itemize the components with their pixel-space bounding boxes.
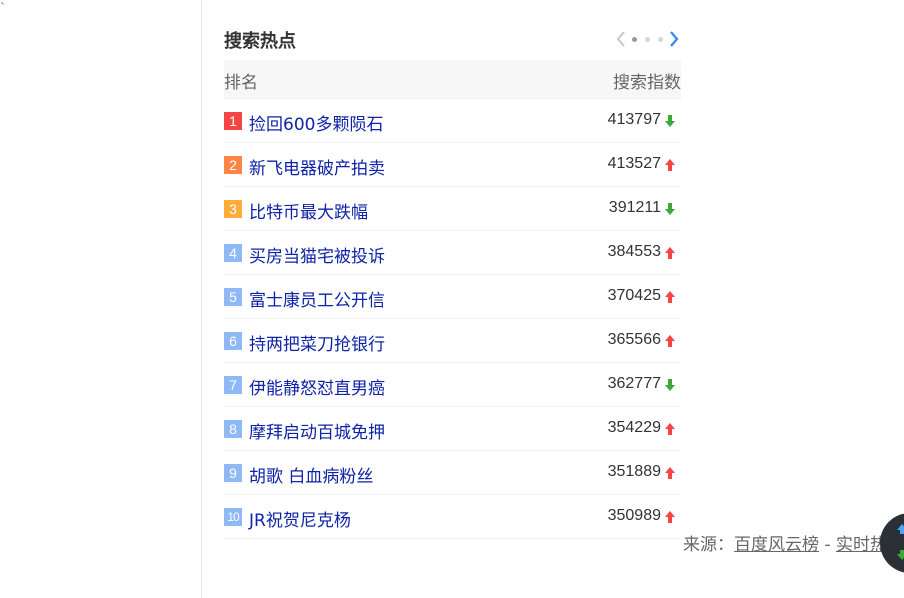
hot-list-row: 8 摩拜启动百城免押 354229 (224, 407, 681, 451)
trend-up-icon (665, 159, 675, 171)
hot-list-row: 6 持两把菜刀抢银行 365566 (224, 319, 681, 363)
source-label: 来源： (683, 535, 735, 555)
panel-header: 搜索热点 (224, 18, 681, 60)
rank-badge: 2 (224, 156, 242, 174)
page: ` 搜索热点 排名 搜索指数 1 捡回600多颗陨石 413797 2 新飞电器… (0, 0, 904, 598)
rank-badge: 8 (224, 420, 242, 438)
trend-up-icon (665, 247, 675, 259)
hot-topic-link[interactable]: 捡回600多颗陨石 (249, 110, 383, 135)
search-index-value: 413527 (607, 155, 661, 172)
search-index-value: 413797 (607, 111, 661, 128)
hot-list-row: 10 JR祝贺尼克杨 350989 (224, 495, 681, 539)
floating-scroll-widget[interactable] (880, 513, 904, 573)
hot-list-row: 9 胡歌 白血病粉丝 351889 (224, 451, 681, 495)
source-separator: - (819, 535, 836, 555)
chevron-left-icon (616, 31, 625, 47)
column-header-index: 搜索指数 (613, 73, 681, 93)
hot-list-row: 3 比特币最大跌幅 391211 (224, 187, 681, 231)
trend-down-icon (665, 115, 675, 127)
rank-badge: 7 (224, 376, 242, 394)
hot-topic-link[interactable]: 摩拜启动百城免押 (249, 418, 385, 443)
trend-up-icon (665, 335, 675, 347)
pager-next-button[interactable] (667, 28, 681, 50)
hot-topic-link[interactable]: JR祝贺尼克杨 (249, 506, 351, 531)
hot-topic-link[interactable]: 新飞电器破产拍卖 (249, 154, 385, 179)
rank-badge: 9 (224, 464, 242, 482)
trend-up-icon (665, 467, 675, 479)
hot-list-row: 1 捡回600多颗陨石 413797 (224, 99, 681, 143)
chevron-right-icon (670, 31, 679, 47)
rank-badge: 4 (224, 244, 242, 262)
rank-badge: 1 (224, 112, 242, 130)
search-index-value: 391211 (608, 199, 661, 216)
arrow-up-icon (897, 524, 904, 534)
left-divider (201, 0, 202, 598)
hot-topic-link[interactable]: 比特币最大跌幅 (249, 198, 368, 223)
search-index-value: 370425 (607, 287, 661, 304)
arrow-down-icon (897, 550, 904, 560)
column-header-rank: 排名 (224, 73, 258, 93)
pager-dot-1[interactable] (632, 36, 637, 42)
pager-dot-3[interactable] (658, 36, 663, 42)
trend-down-icon (665, 203, 675, 215)
source-line: 来源：百度风云榜 - 实时热点 (683, 530, 904, 555)
search-index-value: 384553 (607, 243, 661, 260)
search-index-value: 354229 (607, 419, 661, 436)
search-index-value: 362777 (607, 375, 661, 392)
search-index-value: 350989 (607, 507, 661, 524)
table-header: 排名 搜索指数 (224, 60, 681, 99)
hot-topic-link[interactable]: 胡歌 白血病粉丝 (249, 462, 373, 487)
search-index-value: 351889 (607, 463, 661, 480)
hot-list: 1 捡回600多颗陨石 413797 2 新飞电器破产拍卖 413527 3 比特币最大跌幅 3… (224, 99, 681, 539)
rank-badge: 5 (224, 288, 242, 306)
pager-prev-button[interactable] (614, 28, 628, 50)
pager-dot-2[interactable] (645, 36, 650, 42)
panel-title: 搜索热点 (224, 31, 296, 52)
rank-badge: 6 (224, 332, 242, 350)
hot-list-row: 2 新飞电器破产拍卖 413527 (224, 143, 681, 187)
hot-search-panel: 搜索热点 排名 搜索指数 1 捡回600多颗陨石 413797 2 新飞电器破产… (224, 18, 681, 539)
trend-up-icon (665, 291, 675, 303)
trend-down-icon (665, 379, 675, 391)
hot-list-row: 7 伊能静怒怼直男癌 362777 (224, 363, 681, 407)
hot-topic-link[interactable]: 持两把菜刀抢银行 (249, 330, 385, 355)
hot-list-row: 4 买房当猫宅被投诉 384553 (224, 231, 681, 275)
hot-list-row: 5 富士康员工公开信 370425 (224, 275, 681, 319)
source-link-fengyunbang[interactable]: 百度风云榜 (734, 535, 819, 555)
hot-topic-link[interactable]: 买房当猫宅被投诉 (249, 242, 385, 267)
hot-topic-link[interactable]: 伊能静怒怼直男癌 (249, 374, 385, 399)
rank-badge: 3 (224, 200, 242, 218)
hot-topic-link[interactable]: 富士康员工公开信 (249, 286, 385, 311)
trend-up-icon (665, 511, 675, 523)
search-index-value: 365566 (607, 331, 661, 348)
corner-mark: ` (0, 1, 6, 15)
trend-up-icon (665, 423, 675, 435)
rank-badge: 10 (224, 508, 242, 526)
pager (614, 28, 681, 50)
